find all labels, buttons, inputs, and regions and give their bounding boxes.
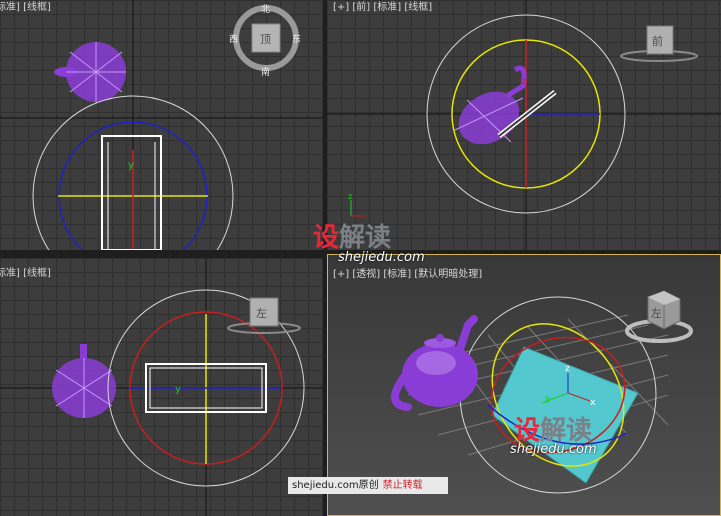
axis-label-z: z (521, 77, 526, 87)
credit-forbidden: 禁止转载 (382, 480, 423, 491)
axis-label-y: y (128, 160, 134, 171)
credit-badge: shejiedu.com原创 禁止转载 (288, 477, 448, 494)
teapot-object[interactable] (391, 315, 478, 411)
viewcube-face-label: 顶 (260, 33, 271, 46)
svg-text:z: z (348, 192, 352, 201)
watermark-brand-part1: 设 (313, 223, 340, 253)
compass-south: 南 (261, 66, 270, 78)
viewport-top-scene: y 顶 北 南 东 西 (0, 0, 323, 250)
compass-north: 北 (261, 4, 270, 15)
viewcube[interactable]: 前 (620, 25, 698, 62)
axis-label-y: y (545, 394, 551, 404)
watermark-brand-center: 设解读 (313, 217, 391, 254)
viewport-top-label[interactable]: 标准] [线框] (0, 0, 51, 13)
viewcube[interactable]: 左 (625, 290, 693, 343)
viewcube-face-label: 左 (256, 307, 267, 320)
axis-label-z: z (565, 364, 570, 374)
teapot-wireframe[interactable] (52, 344, 116, 418)
teapot-wireframe[interactable] (54, 42, 126, 102)
viewcube[interactable]: 左 (227, 297, 301, 334)
viewport-perspective-label[interactable]: [+] [透视] [标准] [默认明暗处理] (333, 265, 482, 280)
compass-east: 东 (292, 33, 301, 45)
watermark-site-persp: shejiedu.com (510, 442, 597, 457)
teapot-wireframe[interactable] (449, 65, 528, 155)
axis-label-y: y (175, 384, 181, 395)
viewport-left[interactable]: y 左 标准] [线框] (0, 258, 323, 516)
viewport-front-scene: z 前 z (327, 0, 721, 250)
plane-outline[interactable] (101, 135, 162, 250)
axis-label-x: x (590, 398, 596, 408)
watermark-brand-part2: 解读 (339, 223, 392, 253)
view-compass[interactable]: 顶 北 南 东 西 (229, 4, 301, 78)
watermark-site-center: shejiedu.com (338, 250, 425, 265)
viewport-front-label[interactable]: [+] [前] [标准] [线框] (333, 0, 432, 13)
viewport-top[interactable]: y 顶 北 南 东 西 标准] [线框] (0, 0, 323, 250)
compass-west: 西 (229, 34, 238, 45)
viewcube-face-label: 左 (651, 307, 662, 320)
credit-original: 原创 (358, 480, 379, 491)
viewcube-face-label: 前 (652, 34, 663, 48)
viewport-left-label[interactable]: 标准] [线框] (0, 264, 51, 279)
viewport-left-scene: y 左 (0, 258, 323, 516)
credit-site: shejiedu.com (292, 480, 359, 491)
viewport-front[interactable]: z 前 z [+] [前] [标准] [线框] (327, 0, 721, 250)
